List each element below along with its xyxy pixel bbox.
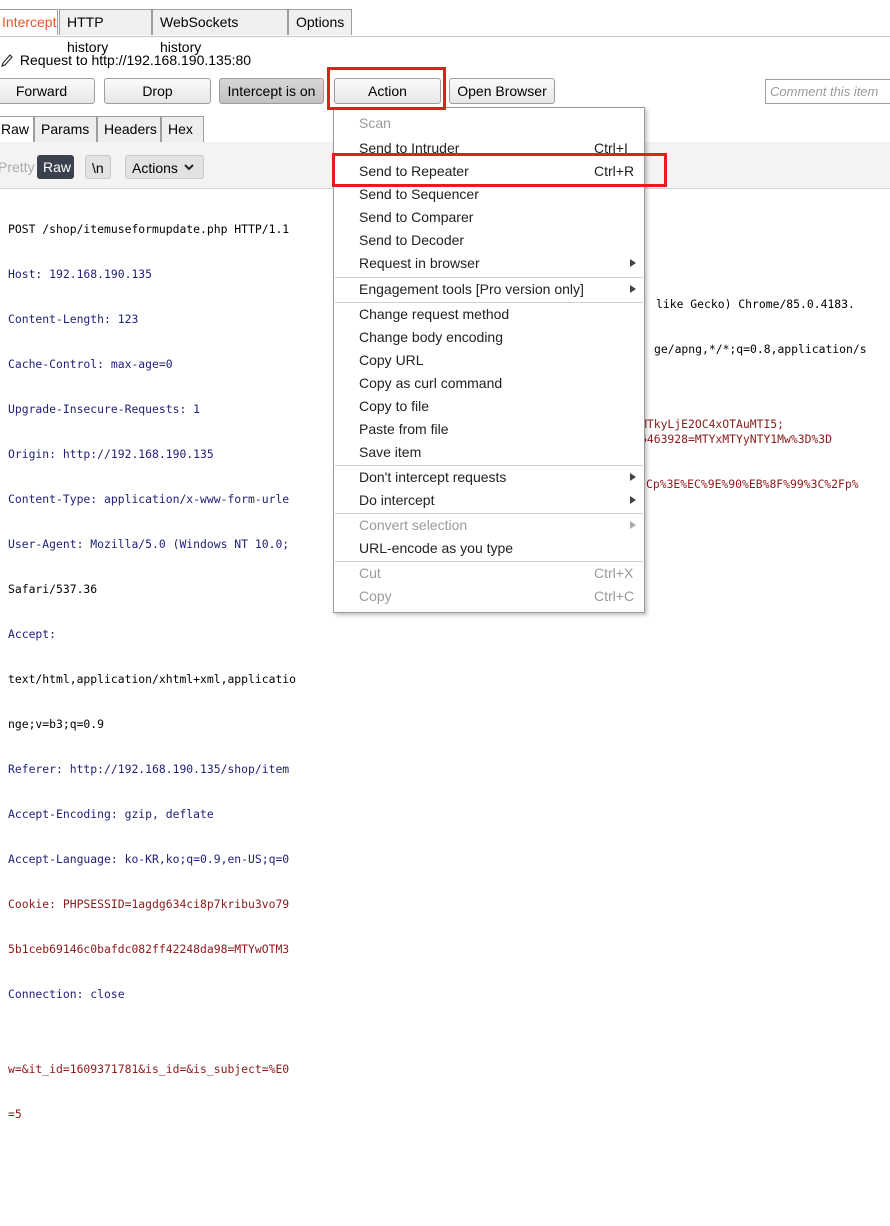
tab-http-history[interactable]: HTTP history — [59, 9, 152, 55]
menu-item-paste-from-file[interactable]: Paste from file — [334, 418, 644, 440]
menu-item-copy[interactable]: Copy Ctrl+C — [334, 585, 644, 607]
menu-item-send-to-decoder[interactable]: Send to Decoder — [334, 229, 644, 251]
menu-item-change-request-method[interactable]: Change request method — [334, 303, 644, 325]
editor-line: =5 — [8, 1107, 22, 1121]
pretty-toggle[interactable]: Pretty — [0, 155, 36, 179]
actions-dropdown-label: Actions — [132, 160, 178, 176]
submenu-arrow-icon — [630, 473, 636, 481]
menu-item-convert-selection[interactable]: Convert selection — [334, 514, 644, 536]
drop-button[interactable]: Drop — [104, 78, 211, 104]
tab-options[interactable]: Options — [288, 9, 352, 35]
menu-item-engagement-tools[interactable]: Engagement tools [Pro version only] — [334, 278, 644, 300]
menu-item-send-to-comparer[interactable]: Send to Comparer — [334, 206, 644, 228]
tab-websockets-history[interactable]: WebSockets history — [152, 9, 288, 55]
menu-item-url-encode[interactable]: URL-encode as you type — [334, 537, 644, 559]
tab-headers[interactable]: Headers — [97, 116, 161, 142]
menu-item-do-intercept[interactable]: Do intercept — [334, 489, 644, 511]
menu-item-copy-as-curl[interactable]: Copy as curl command — [334, 372, 644, 394]
editor-line: Accept-Language: ko-KR,ko;q=0.9,en-US;q=… — [8, 852, 290, 866]
editor-line: text/html,application/xhtml+xml,applicat… — [8, 672, 297, 686]
submenu-arrow-icon — [630, 521, 636, 529]
open-browser-button[interactable]: Open Browser — [449, 78, 555, 104]
tab-params[interactable]: Params — [34, 116, 97, 142]
submenu-arrow-icon — [630, 259, 636, 267]
editor-line: Cookie: PHPSESSID=1agdg634ci8p7kribu3vo7… — [8, 897, 290, 911]
forward-button[interactable]: Forward — [0, 78, 95, 104]
editor-fragment: ge/apng,*/*;q=0.8,application/s — [654, 342, 867, 356]
menu-item-cut[interactable]: Cut Ctrl+X — [334, 562, 644, 584]
menu-item-dont-intercept[interactable]: Don't intercept requests — [334, 466, 644, 488]
intercept-toggle-button[interactable]: Intercept is on — [219, 78, 324, 104]
editor-line: Referer: http://192.168.190.135/shop/ite… — [8, 762, 290, 776]
chevron-down-icon — [183, 156, 195, 185]
comment-input[interactable]: Comment this item — [765, 79, 890, 104]
tab-raw[interactable]: Raw — [0, 116, 34, 142]
menu-item-request-in-browser[interactable]: Request in browser — [334, 252, 644, 274]
editor-fragment: like Gecko) Chrome/85.0.4183. — [656, 297, 855, 311]
menu-item-save-item[interactable]: Save item — [334, 441, 644, 463]
editor-fragment: MTkyLjE2OC4xOTAuMTI5; — [640, 417, 785, 431]
tab-intercept[interactable]: Intercept — [0, 9, 58, 35]
editor-line: Accept-Encoding: gzip, deflate — [8, 807, 214, 821]
tab-hex[interactable]: Hex — [161, 116, 204, 142]
newline-toggle[interactable]: \n — [85, 155, 111, 179]
highlight-send-to-repeater — [332, 153, 667, 187]
menu-item-copy-url[interactable]: Copy URL — [334, 349, 644, 371]
editor-line: 5b1ceb69146c0bafdc082ff42248da98=MTYwOTM… — [8, 942, 290, 956]
editor-line: nge;v=b3;q=0.9 — [8, 717, 105, 731]
editor-line: Connection: close — [8, 987, 125, 1001]
editor-line: w=&it_id=1609371781&is_id=&is_subject=%E… — [8, 1062, 290, 1076]
submenu-arrow-icon — [630, 496, 636, 504]
request-line-text: Request to http://192.168.190.135:80 — [19, 52, 252, 68]
editor-fragment: Cp%3E%EC%9E%90%EB%8F%99%3C%2Fp% — [646, 477, 859, 491]
menu-item-copy-to-file[interactable]: Copy to file — [334, 395, 644, 417]
menu-item-change-body-encoding[interactable]: Change body encoding — [334, 326, 644, 348]
editor-fragment: 6463928=MTYxMTYyNTY1Mw%3D%3D — [640, 432, 833, 446]
top-tab-bar: Intercept HTTP history WebSockets histor… — [0, 0, 890, 55]
submenu-arrow-icon — [630, 285, 636, 293]
actions-dropdown[interactable]: Actions — [125, 155, 204, 179]
highlight-action-button — [327, 67, 446, 110]
raw-toggle[interactable]: Raw — [37, 155, 74, 179]
request-target: Request to http://192.168.190.135:80 — [0, 50, 251, 70]
menu-item-scan[interactable]: Scan — [334, 112, 644, 134]
editor-line: Accept: — [8, 627, 57, 641]
pencil-icon — [0, 53, 16, 69]
